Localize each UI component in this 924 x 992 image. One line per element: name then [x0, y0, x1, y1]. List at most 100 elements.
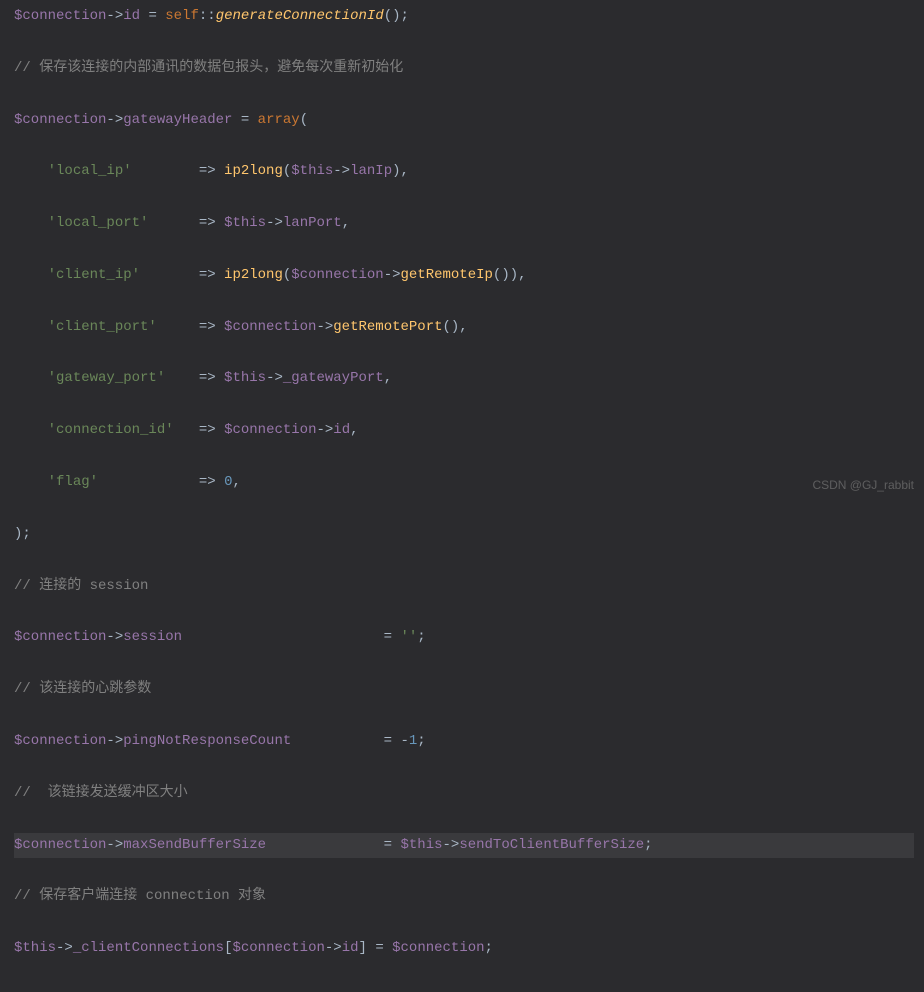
code-token: );	[14, 526, 31, 542]
code-line[interactable]: // 该连接的心跳参数	[14, 677, 914, 703]
code-token: // 连接的 session	[14, 578, 148, 594]
code-line[interactable]: $connection->id = self::generateConnecti…	[14, 4, 914, 30]
code-line[interactable]: 'client_ip' => ip2long($connection->getR…	[14, 263, 914, 289]
code-token: $connection	[14, 837, 106, 853]
code-token: gatewayHeader	[123, 112, 232, 128]
code-token: getRemotePort	[333, 319, 442, 335]
code-token	[14, 474, 48, 490]
code-token: (),	[443, 319, 468, 335]
code-line[interactable]: 'client_port' => $connection->getRemoteP…	[14, 315, 914, 341]
code-token: ();	[384, 8, 409, 24]
code-token: maxSendBufferSize	[123, 837, 266, 853]
code-token: $connection	[224, 422, 316, 438]
code-token: =>	[140, 267, 224, 283]
code-token: 'local_ip'	[48, 163, 132, 179]
code-token: ->	[333, 163, 350, 179]
code-token: =	[266, 837, 400, 853]
code-token: _gatewayPort	[283, 370, 384, 386]
code-token: 'flag'	[48, 474, 98, 490]
code-token: $connection	[14, 629, 106, 645]
code-token: ->	[106, 733, 123, 749]
code-line[interactable]: $connection->gatewayHeader = array(	[14, 108, 914, 134]
code-token: $this	[224, 370, 266, 386]
code-token: ->	[316, 422, 333, 438]
code-token: $this	[400, 837, 442, 853]
code-token: // 保存客户端连接 connection 对象	[14, 888, 266, 904]
code-token: ;	[485, 940, 493, 956]
code-token: ->	[266, 215, 283, 231]
code-token: session	[123, 629, 182, 645]
code-token: (	[300, 112, 308, 128]
code-token: $this	[14, 940, 56, 956]
code-token: ;	[417, 733, 425, 749]
code-line[interactable]: 'flag' => 0,	[14, 470, 914, 496]
code-token: ->	[106, 629, 123, 645]
code-token: // 该链接发送缓冲区大小	[14, 785, 188, 801]
code-token: ->	[325, 940, 342, 956]
code-line[interactable]: $connection->pingNotResponseCount = -1;	[14, 729, 914, 755]
code-token: $connection	[224, 319, 316, 335]
code-line[interactable]: );	[14, 522, 914, 548]
code-token: ,	[350, 422, 358, 438]
code-line[interactable]: $connection->session = '';	[14, 625, 914, 651]
code-line[interactable]: 'gateway_port' => $this->_gatewayPort,	[14, 366, 914, 392]
code-line[interactable]: $this->_clientConnections[$connection->i…	[14, 936, 914, 962]
code-token: =>	[98, 474, 224, 490]
code-token: $connection	[14, 8, 106, 24]
code-token: lanIp	[350, 163, 392, 179]
code-token: 'client_ip'	[48, 267, 140, 283]
code-line[interactable]: 'connection_id' => $connection->id,	[14, 418, 914, 444]
code-token: ->	[56, 940, 73, 956]
code-token: $connection	[232, 940, 324, 956]
code-line[interactable]: $connection->maxSendBufferSize = $this->…	[14, 833, 914, 859]
code-token: ''	[400, 629, 417, 645]
code-token: 'gateway_port'	[48, 370, 166, 386]
code-editor[interactable]: $connection->id = self::generateConnecti…	[0, 0, 924, 992]
code-token: id	[333, 422, 350, 438]
code-token	[14, 215, 48, 231]
code-token: // 该连接的心跳参数	[14, 681, 151, 697]
code-token: (	[283, 267, 291, 283]
code-line[interactable]: // 保存客户端连接 connection 对象	[14, 884, 914, 910]
code-token: id	[342, 940, 359, 956]
code-token: ->	[106, 8, 123, 24]
code-line[interactable]: 'local_ip' => ip2long($this->lanIp),	[14, 159, 914, 185]
code-token: ->	[266, 370, 283, 386]
code-line[interactable]: // 保存该连接的内部通讯的数据包报头，避免每次重新初始化	[14, 56, 914, 82]
code-token: =	[182, 629, 400, 645]
code-token	[14, 267, 48, 283]
code-token: ->	[106, 112, 123, 128]
code-token: lanPort	[283, 215, 342, 231]
code-token: [	[224, 940, 232, 956]
code-token: =>	[157, 319, 224, 335]
code-token: ()),	[493, 267, 527, 283]
code-token: 'connection_id'	[48, 422, 174, 438]
code-token: array	[258, 112, 300, 128]
code-line[interactable]: // 连接的 session	[14, 574, 914, 600]
code-token: generateConnectionId	[216, 8, 384, 24]
code-token: =>	[132, 163, 224, 179]
code-token: =>	[165, 370, 224, 386]
code-token: $this	[224, 215, 266, 231]
code-line[interactable]: 'local_port' => $this->lanPort,	[14, 211, 914, 237]
code-token	[14, 370, 48, 386]
code-token: self	[165, 8, 199, 24]
code-token: ] =	[359, 940, 393, 956]
code-token: ->	[443, 837, 460, 853]
code-token: sendToClientBufferSize	[459, 837, 644, 853]
code-line[interactable]: // 该链接发送缓冲区大小	[14, 781, 914, 807]
code-token: $connection	[392, 940, 484, 956]
code-token: ,	[384, 370, 392, 386]
code-token: =	[232, 112, 257, 128]
code-token: ),	[392, 163, 409, 179]
code-token: 1	[409, 733, 417, 749]
code-token: _clientConnections	[73, 940, 224, 956]
code-token: (	[283, 163, 291, 179]
code-token: getRemoteIp	[401, 267, 493, 283]
code-token: ;	[417, 629, 425, 645]
code-token: ip2long	[224, 163, 283, 179]
code-token: ->	[316, 319, 333, 335]
code-token	[14, 422, 48, 438]
code-token: 'local_port'	[48, 215, 149, 231]
code-token	[14, 319, 48, 335]
